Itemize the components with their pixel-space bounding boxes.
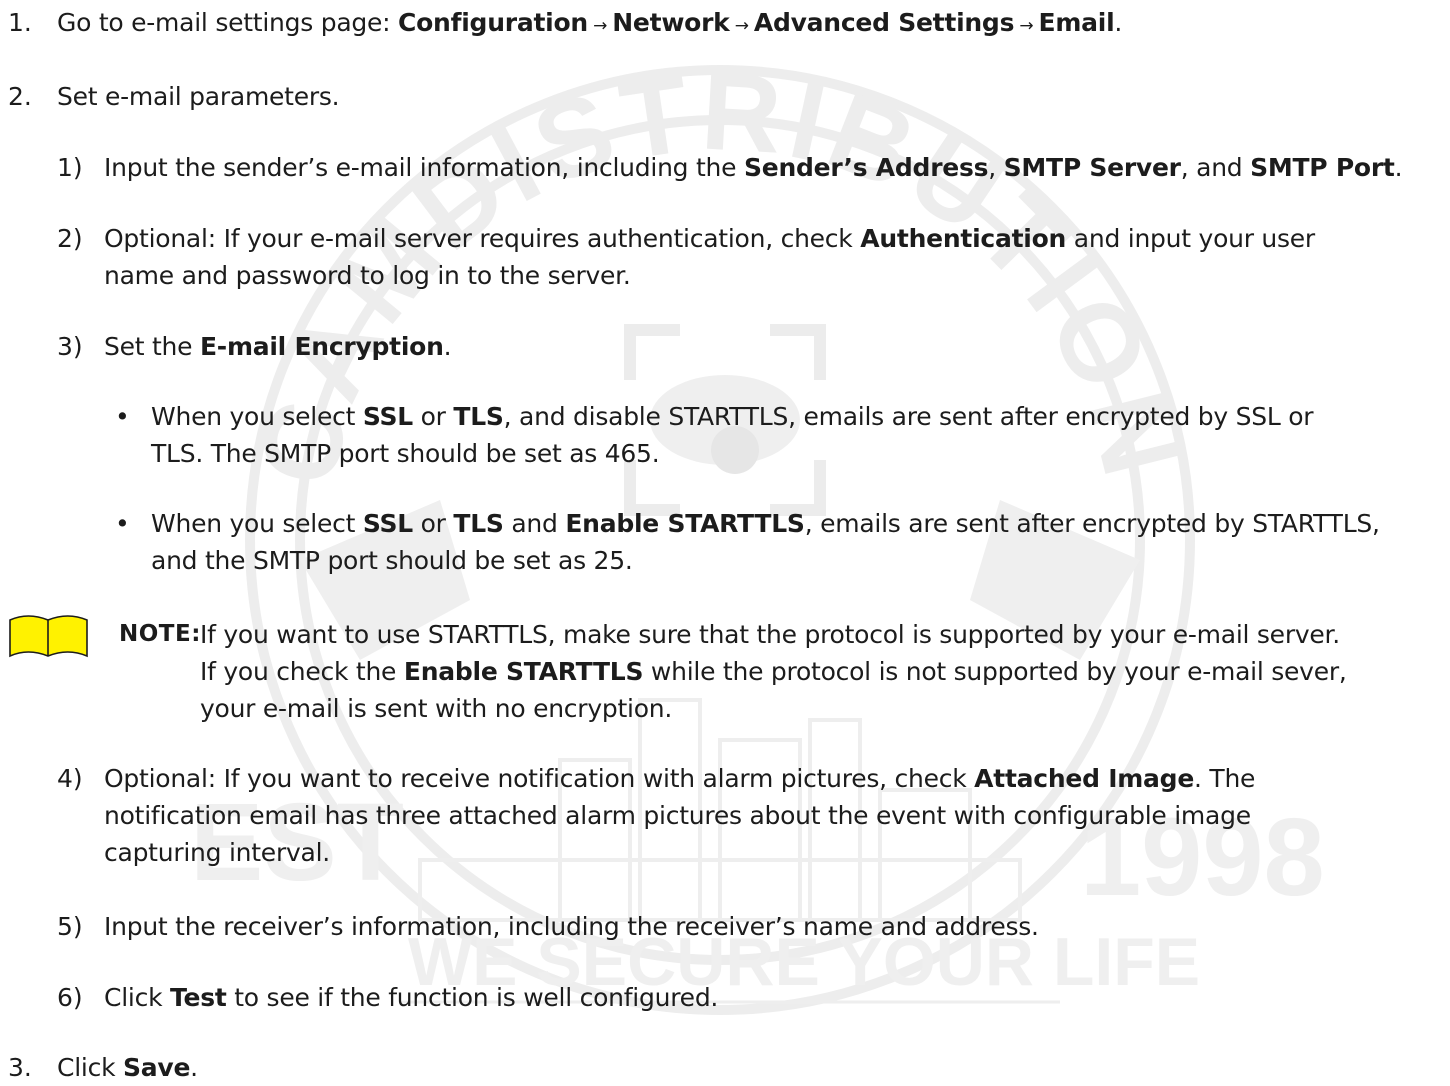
substep-6-number: 6) xyxy=(57,983,83,1012)
substep-1-text: Input the sender’s e-mail information, i… xyxy=(104,153,1403,182)
substep-3-number: 3) xyxy=(57,332,83,361)
step-2-number: 2. xyxy=(8,82,32,111)
bullet-2-marker: • xyxy=(115,509,130,538)
substep-5-number: 5) xyxy=(57,912,83,941)
substep-2-line-1: Optional: If your e-mail server requires… xyxy=(104,224,1315,253)
note-label: NOTE: xyxy=(119,621,201,647)
bullet-1-marker: • xyxy=(115,402,130,431)
substep-2-number: 2) xyxy=(57,224,83,253)
bullet-1-line-1: When you select SSL or TLS, and disable … xyxy=(151,402,1314,431)
note-line-1: If you want to use STARTTLS, make sure t… xyxy=(200,620,1340,649)
substep-2-line-2: name and password to log in to the serve… xyxy=(104,261,631,290)
substep-4-line-2: notification email has three attached al… xyxy=(104,801,1251,830)
bullet-2-line-1: When you select SSL or TLS and Enable ST… xyxy=(151,509,1380,538)
step-2-text: Set e-mail parameters. xyxy=(57,82,340,111)
document-page: CAMDISTRIBUTION INC EST 1998 WE SECURE Y… xyxy=(0,0,1450,1082)
step-1-text: Go to e-mail settings page: Configuratio… xyxy=(57,8,1123,37)
substep-1-number: 1) xyxy=(57,153,83,182)
note-line-2: If you check the Enable STARTTLS while t… xyxy=(200,657,1347,686)
step-1-number: 1. xyxy=(8,8,32,37)
substep-6-text: Click Test to see if the function is wel… xyxy=(104,983,719,1012)
bullet-1-line-2: TLS. The SMTP port should be set as 465. xyxy=(151,439,660,468)
note-icon xyxy=(9,615,88,658)
substep-3-text: Set the E-mail Encryption. xyxy=(104,332,452,361)
step-3-text: Click Save. xyxy=(57,1053,198,1082)
bullet-2-line-2: and the SMTP port should be set as 25. xyxy=(151,546,633,575)
note-line-3: your e-mail is sent with no encryption. xyxy=(200,694,673,723)
substep-5-text: Input the receiver’s information, includ… xyxy=(104,912,1039,941)
substep-4-line-1: Optional: If you want to receive notific… xyxy=(104,764,1256,793)
substep-4-number: 4) xyxy=(57,764,83,793)
step-3-number: 3. xyxy=(8,1053,32,1082)
substep-4-line-3: capturing interval. xyxy=(104,838,330,867)
